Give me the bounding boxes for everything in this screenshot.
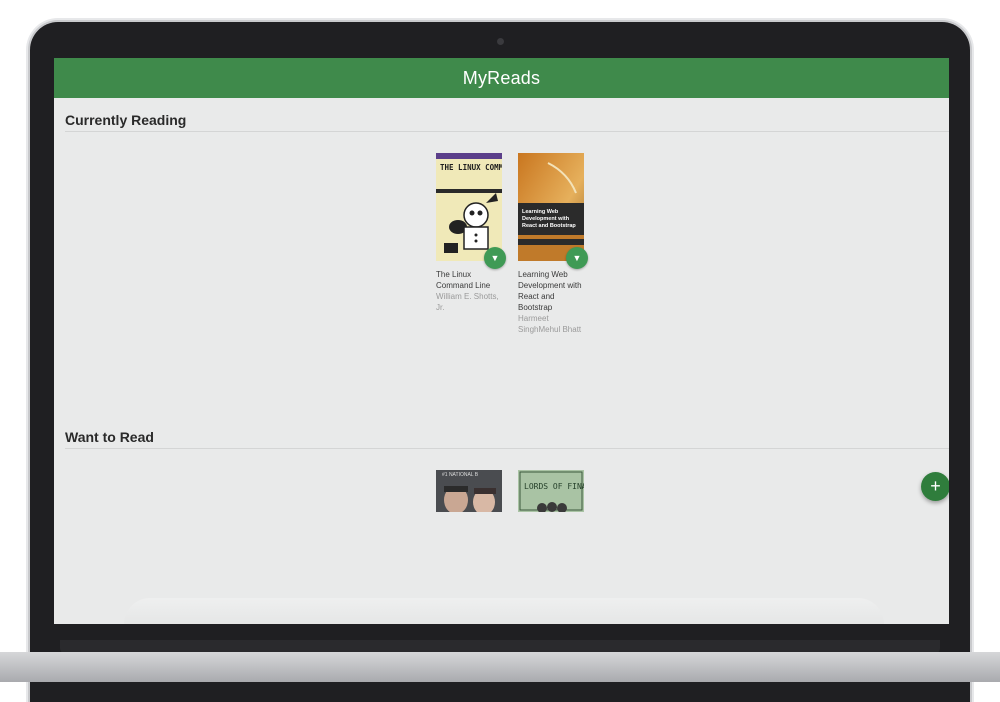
cover-text: LORDS OF FINANC — [524, 482, 584, 491]
chevron-down-icon: ▼ — [490, 253, 500, 263]
book-title: Learning Web Development with React and … — [518, 270, 582, 312]
app-bar: MyReads — [54, 58, 949, 98]
shelf-changer-button[interactable]: ▼ — [484, 247, 506, 269]
book-cover[interactable]: #1 NATIONAL B — [436, 470, 502, 512]
app-title: MyReads — [462, 67, 541, 88]
add-book-button[interactable]: + — [921, 472, 949, 501]
finance-cover-art — [518, 470, 584, 512]
book-author: William E. Shotts, Jr. — [436, 292, 499, 312]
cover-text: Learning Web Development with React and … — [522, 209, 576, 229]
shelf-divider — [65, 448, 949, 449]
react-cover-art — [518, 153, 584, 261]
app-screen: MyReads Currently Reading THE LINUX COMM… — [54, 58, 949, 624]
screen-glare — [124, 598, 884, 624]
book-title: The Linux Command Line — [436, 270, 491, 290]
book-learning-web-development: Learning Web Development with React and … — [518, 153, 588, 335]
book-author: Harmeet SinghMehul Bhatt — [518, 314, 582, 334]
shelf-changer-button[interactable]: ▼ — [566, 247, 588, 269]
camera-icon — [497, 38, 504, 45]
laptop-base — [0, 652, 1000, 682]
cover-text: #1 NATIONAL B — [442, 472, 479, 478]
book-lords-of-finance: LORDS OF FINANC — [518, 470, 584, 512]
book-linux-command-line: THE LINUX COMMAND LINE ▼ The Linux Comma… — [436, 153, 506, 313]
chevron-down-icon: ▼ — [572, 253, 582, 263]
book-want-to-read-1: #1 NATIONAL B — [436, 470, 502, 512]
shelf-divider — [65, 131, 949, 132]
book-cover[interactable]: THE LINUX COMMAND LINE — [436, 153, 502, 261]
book-cover[interactable]: LORDS OF FINANC — [518, 470, 584, 512]
shelf-title-currently-reading: Currently Reading — [65, 112, 187, 128]
shelf-title-want-to-read: Want to Read — [65, 429, 154, 445]
plus-icon: + — [930, 476, 941, 496]
cover-text: THE LINUX COMMAND LINE — [440, 163, 502, 172]
book-cover[interactable]: Learning Web Development with React and … — [518, 153, 584, 261]
